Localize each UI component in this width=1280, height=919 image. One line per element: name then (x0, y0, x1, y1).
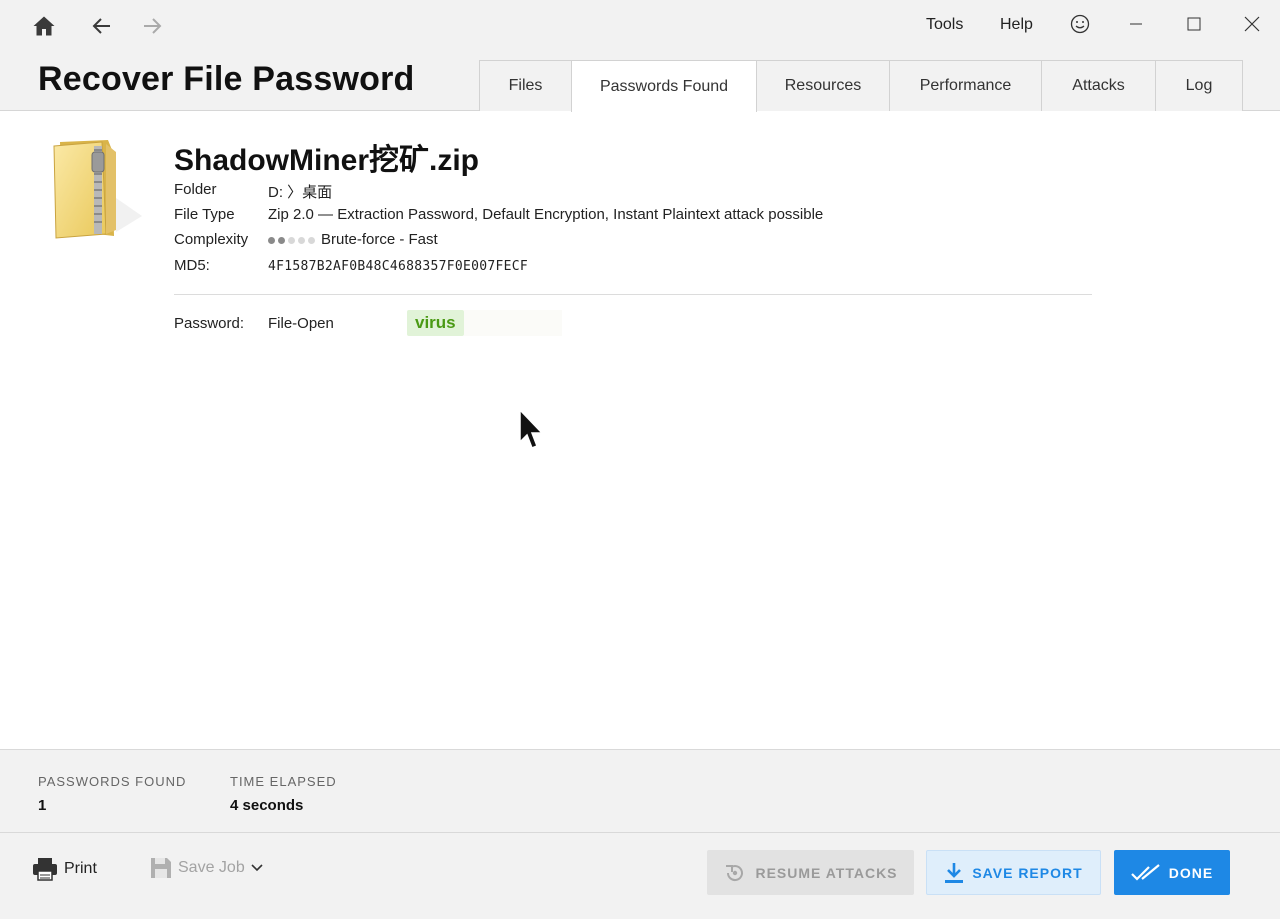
done-label: DONE (1168, 864, 1214, 881)
close-button[interactable] (1232, 8, 1272, 40)
minimize-icon (1130, 23, 1142, 25)
close-icon (1244, 16, 1260, 32)
divider (174, 294, 1092, 295)
complexity-dot (268, 236, 275, 244)
tab-performance[interactable]: Performance (889, 60, 1042, 111)
tab-resources[interactable]: Resources (756, 60, 890, 111)
tab-attacks[interactable]: Attacks (1041, 60, 1156, 111)
title-bar: Tools Help Recover File Password Files P… (0, 0, 1280, 112)
save-report-label: SAVE REPORT (972, 864, 1083, 881)
tab-passwords-found[interactable]: Passwords Found (571, 60, 757, 112)
home-icon (33, 16, 55, 36)
download-icon (945, 862, 964, 883)
complexity-indicator (268, 236, 315, 244)
arrow-right-icon (144, 18, 162, 34)
file-name: ShadowMiner挖矿.zip (174, 144, 480, 177)
complexity-label: Complexity (174, 231, 249, 248)
tab-bar: Files Passwords Found Resources Performa… (479, 60, 1243, 112)
menu-help[interactable]: Help (1000, 16, 1033, 34)
chevron-down-icon[interactable] (251, 864, 263, 872)
forward-button[interactable] (136, 10, 168, 42)
file-type-label: File Type (174, 206, 235, 223)
md5-label: MD5: (174, 257, 210, 274)
file-type-value: Zip 2.0 — Extraction Password, Default E… (268, 206, 824, 223)
folder-label: Folder (174, 181, 217, 198)
maximize-icon (1187, 17, 1201, 31)
resume-icon (726, 864, 744, 881)
maximize-button[interactable] (1174, 8, 1214, 40)
footer-toolbar: Print Save Job RESUME ATTACKS SAVE REPOR… (0, 833, 1280, 919)
tab-files[interactable]: Files (479, 60, 572, 111)
status-summary: PASSWORDS FOUND 1 TIME ELAPSED 4 seconds (0, 749, 1280, 833)
resume-attacks-button[interactable]: RESUME ATTACKS (707, 850, 914, 895)
smiley-icon (1070, 14, 1090, 34)
home-button[interactable] (28, 10, 60, 42)
zip-folder-icon (53, 140, 142, 239)
minimize-button[interactable] (1116, 8, 1156, 40)
passwords-found-value: 1 (38, 797, 47, 814)
password-kind: File-Open (268, 315, 334, 332)
resume-attacks-label: RESUME ATTACKS (755, 864, 898, 881)
feedback-button[interactable] (1060, 8, 1100, 40)
save-job-label: Save Job (178, 859, 245, 876)
done-button[interactable]: DONE (1114, 850, 1230, 895)
password-copy-area[interactable] (464, 310, 562, 336)
complexity-value-row: Brute-force - Fast (268, 231, 438, 248)
time-elapsed-label: TIME ELAPSED (230, 774, 337, 789)
complexity-dot (308, 236, 315, 244)
password-value[interactable]: virus (407, 310, 464, 336)
time-elapsed-value: 4 seconds (230, 797, 304, 814)
complexity-dot (288, 236, 295, 244)
printer-icon (33, 858, 57, 881)
double-check-icon (1130, 863, 1160, 881)
password-label: Password: (174, 315, 245, 332)
md5-value: 4F1587B2AF0B48C4688357F0E007FECF (268, 259, 529, 274)
save-job-button[interactable]: Save Job (150, 857, 263, 879)
menu-tools[interactable]: Tools (926, 16, 963, 34)
complexity-dot (298, 236, 305, 244)
folder-value: D: 〉桌面 (268, 184, 333, 201)
page-title: Recover File Password (38, 60, 415, 98)
print-label: Print (64, 860, 97, 877)
back-button[interactable] (86, 10, 118, 42)
passwords-found-label: PASSWORDS FOUND (38, 774, 187, 789)
save-report-button[interactable]: SAVE REPORT (926, 850, 1101, 895)
mouse-pointer-icon (519, 408, 544, 449)
print-button[interactable]: Print (32, 857, 97, 881)
complexity-value: Brute-force - Fast (321, 231, 438, 248)
arrow-left-icon (92, 18, 110, 34)
complexity-dot (278, 236, 285, 244)
tab-log[interactable]: Log (1155, 60, 1243, 111)
floppy-disk-icon (151, 858, 171, 878)
